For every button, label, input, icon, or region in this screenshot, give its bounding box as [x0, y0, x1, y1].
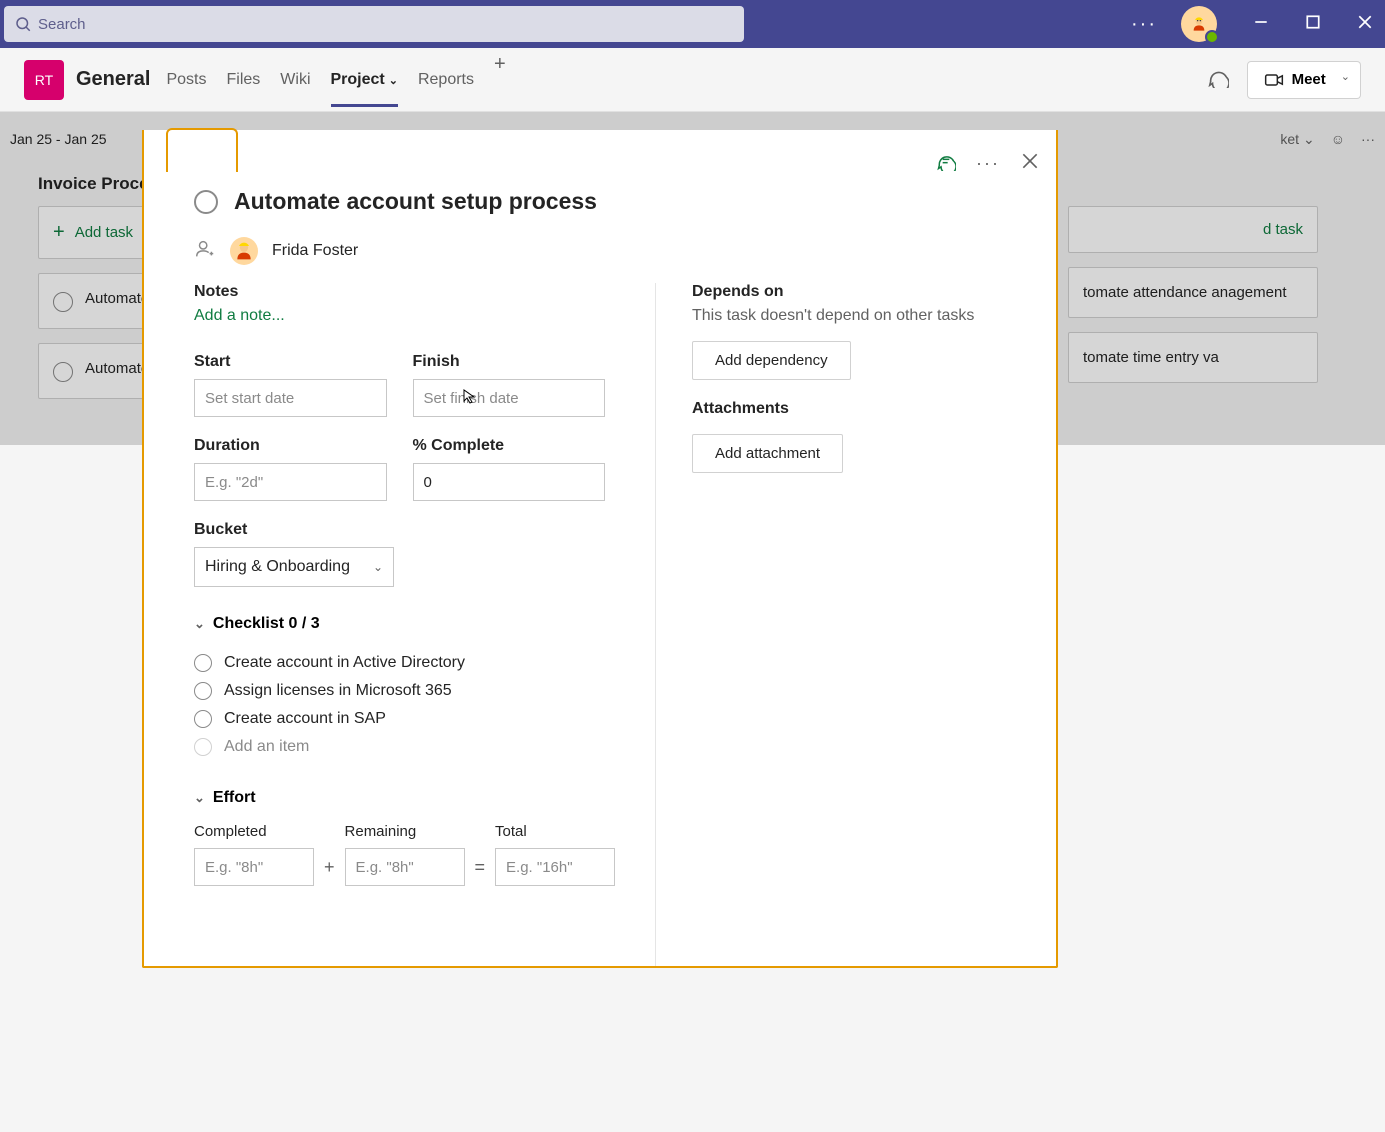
more-icon[interactable]: ···: [976, 153, 1000, 174]
checklist-item[interactable]: Assign licenses in Microsoft 365: [194, 677, 605, 705]
app-titlebar: Search ···: [0, 0, 1385, 48]
check-circle-disabled: [194, 738, 212, 756]
more-icon[interactable]: ···: [1131, 13, 1157, 36]
close-icon[interactable]: [1020, 151, 1040, 176]
notes-label: Notes: [194, 283, 605, 301]
start-label: Start: [194, 353, 387, 371]
check-circle[interactable]: [194, 682, 212, 700]
tabs-container: Posts Files Wiki Project⌄ Reports +: [166, 53, 505, 107]
effort-header[interactable]: ⌄ Effort: [194, 789, 605, 807]
user-avatar[interactable]: [1181, 6, 1217, 42]
modal-tab-indicator: [166, 128, 238, 172]
percent-complete-label: % Complete: [413, 437, 606, 455]
channel-icon[interactable]: RT: [24, 60, 64, 100]
search-input[interactable]: Search: [4, 6, 744, 42]
meet-button[interactable]: Meet: [1247, 61, 1343, 99]
chat-icon[interactable]: [936, 151, 956, 176]
percent-complete-input[interactable]: [413, 463, 606, 501]
search-icon: [14, 15, 32, 33]
search-placeholder: Search: [38, 16, 86, 33]
finish-date-input[interactable]: [413, 379, 606, 417]
chevron-down-icon: ⌄: [389, 75, 398, 87]
assignee-avatar[interactable]: [230, 237, 258, 265]
finish-label: Finish: [413, 353, 606, 371]
checklist-item[interactable]: Create account in SAP: [194, 705, 605, 733]
bucket-select[interactable]: Hiring & Onboarding ⌄: [194, 547, 394, 587]
tab-files[interactable]: Files: [227, 53, 261, 107]
video-icon: [1264, 70, 1284, 90]
checklist-item[interactable]: Create account in Active Directory: [194, 649, 605, 677]
check-circle[interactable]: [194, 654, 212, 672]
modal-right-panel: Depends on This task doesn't depend on o…: [656, 283, 1056, 966]
depends-on-label: Depends on: [692, 283, 1024, 301]
checklist-header[interactable]: ⌄ Checklist 0 / 3: [194, 615, 605, 633]
tab-wiki[interactable]: Wiki: [280, 53, 310, 107]
add-assignee-icon[interactable]: [194, 238, 216, 265]
channel-header: RT General Posts Files Wiki Project⌄ Rep…: [0, 48, 1385, 112]
add-note-button[interactable]: Add a note...: [194, 307, 285, 325]
chat-icon[interactable]: [1201, 60, 1235, 99]
effort-completed-input[interactable]: [194, 848, 314, 886]
effort-total-label: Total: [495, 823, 615, 840]
effort-total-input[interactable]: [495, 848, 615, 886]
duration-input[interactable]: [194, 463, 387, 501]
duration-label: Duration: [194, 437, 387, 455]
depends-on-text: This task doesn't depend on other tasks: [692, 307, 1024, 325]
channel-name: General: [76, 68, 150, 91]
chevron-down-icon: ⌄: [194, 790, 205, 806]
close-button[interactable]: [1353, 10, 1377, 39]
chevron-down-icon: ⌄: [373, 560, 383, 574]
effort-completed-label: Completed: [194, 823, 314, 840]
presence-icon: [1205, 30, 1219, 44]
add-tab-button[interactable]: +: [494, 53, 506, 107]
assignee-name[interactable]: Frida Foster: [272, 242, 358, 260]
tab-reports[interactable]: Reports: [418, 53, 474, 107]
add-checklist-item[interactable]: Add an item: [194, 733, 605, 761]
add-dependency-button[interactable]: Add dependency: [692, 341, 851, 380]
maximize-button[interactable]: [1301, 10, 1325, 39]
task-complete-circle[interactable]: [194, 190, 218, 214]
avatar-face-icon: [1191, 16, 1207, 32]
effort-remaining-input[interactable]: [345, 848, 465, 886]
chevron-down-icon: ⌄: [194, 616, 205, 632]
avatar-face-icon: [234, 241, 254, 261]
equals-operator: =: [475, 857, 486, 886]
tab-posts[interactable]: Posts: [166, 53, 206, 107]
task-details-modal: ··· Automate account setup process Frida…: [142, 130, 1058, 968]
modal-left-panel: Notes Add a note... Start Finish Duratio…: [144, 283, 656, 966]
plus-operator: +: [324, 857, 335, 886]
start-date-input[interactable]: [194, 379, 387, 417]
task-title[interactable]: Automate account setup process: [234, 188, 597, 215]
effort-remaining-label: Remaining: [345, 823, 465, 840]
tab-project[interactable]: Project⌄: [331, 53, 398, 107]
attachments-label: Attachments: [692, 400, 1024, 418]
minimize-button[interactable]: [1249, 10, 1273, 39]
check-circle[interactable]: [194, 710, 212, 728]
meet-chevron-button[interactable]: ⌄: [1331, 61, 1361, 99]
add-attachment-button[interactable]: Add attachment: [692, 434, 843, 473]
bucket-label: Bucket: [194, 521, 394, 539]
